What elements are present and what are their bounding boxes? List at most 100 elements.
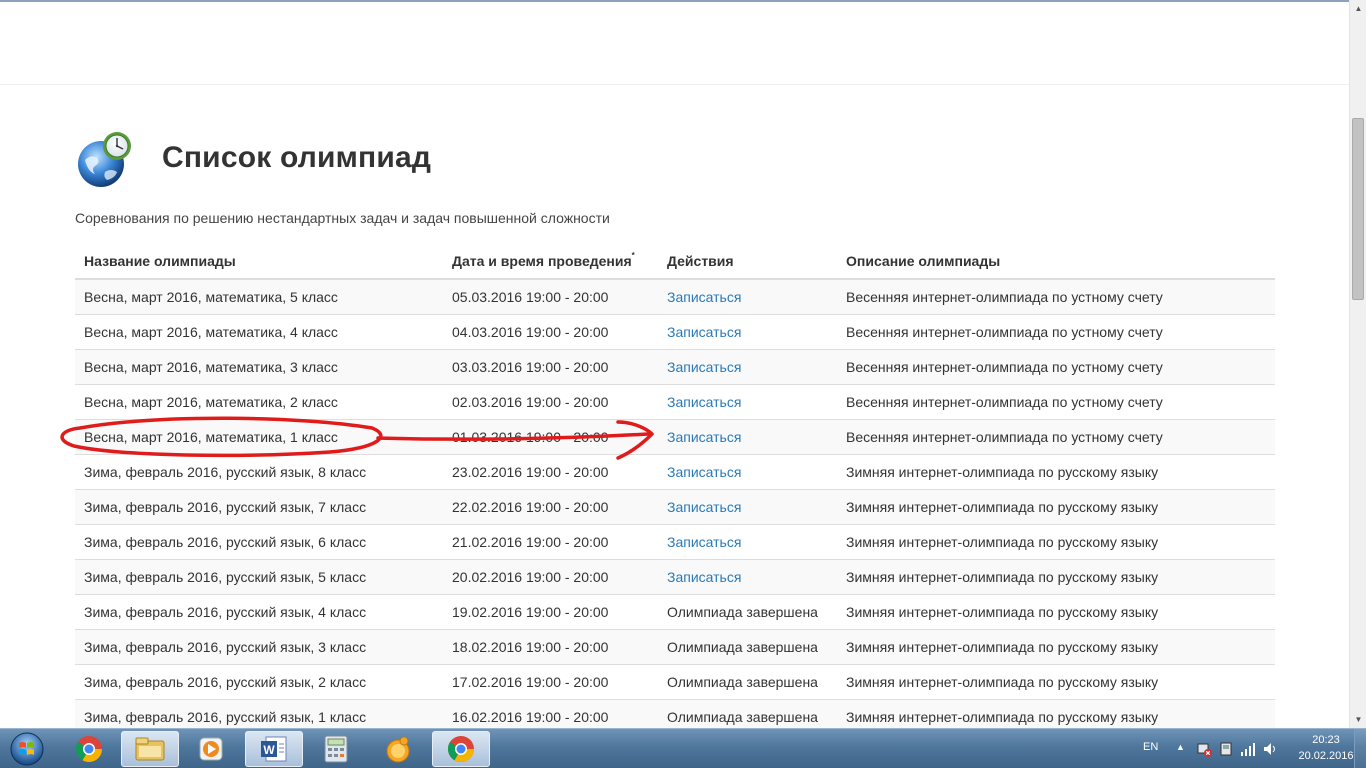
olympiad-action-cell: Записаться (658, 523, 837, 559)
column-header-actions: Действия (658, 243, 837, 280)
table-row: Зима, февраль 2016, русский язык, 6 клас… (75, 523, 1275, 559)
taskbar-media-player-button[interactable] (182, 731, 240, 767)
olympiad-action-cell: Олимпиада завершена (658, 593, 837, 629)
olympiad-name-cell: Зима, февраль 2016, русский язык, 5 клас… (75, 558, 443, 594)
olympiad-action-cell: Записаться (658, 278, 837, 314)
device-icon[interactable] (1218, 741, 1234, 757)
show-desktop-button[interactable] (1354, 729, 1366, 768)
olympiad-description-cell: Зимняя интернет-олимпиада по русскому яз… (837, 663, 1275, 699)
chrome-icon (447, 736, 475, 763)
system-tray: EN ▲ 20:23 20.02.2016 (1116, 729, 1366, 768)
show-hidden-icons-icon[interactable]: ▲ (1176, 742, 1185, 752)
svg-text:W: W (263, 743, 275, 757)
register-link[interactable]: Записаться (667, 429, 741, 445)
olympiad-date-cell: 21.02.2016 19:00 - 20:00 (443, 523, 658, 559)
olympiad-action-cell: Олимпиада завершена (658, 698, 837, 728)
olympiad-name-cell: Зима, февраль 2016, русский язык, 4 клас… (75, 593, 443, 629)
browser-viewport: Список олимпиад Соревнования по решению … (0, 0, 1349, 728)
volume-icon[interactable] (1262, 741, 1278, 757)
vertical-scrollbar[interactable]: ▲ ▼ (1349, 0, 1366, 728)
chrome-icon (75, 736, 103, 763)
olympiad-name-cell: Весна, март 2016, математика, 2 класс (75, 383, 443, 419)
table-header-row: Название олимпиады Дата и время проведен… (75, 243, 1275, 280)
table-row: Зима, февраль 2016, русский язык, 7 клас… (75, 488, 1275, 524)
olympiad-action-cell: Записаться (658, 453, 837, 489)
word-icon: W (261, 736, 287, 762)
network-error-icon[interactable] (1196, 741, 1212, 757)
scroll-up-arrow-icon[interactable]: ▲ (1350, 0, 1366, 17)
olympiad-description-cell: Весенняя интернет-олимпиада по устному с… (837, 313, 1275, 349)
clock-time[interactable]: 20:23 (1294, 734, 1358, 746)
olympiad-action-cell: Записаться (658, 313, 837, 349)
olympiad-finished-status: Олимпиада завершена (667, 708, 818, 725)
page-subtitle: Соревнования по решению нестандартных за… (75, 210, 610, 226)
register-link[interactable]: Записаться (667, 289, 741, 305)
olympiad-name-cell: Зима, февраль 2016, русский язык, 2 клас… (75, 663, 443, 699)
table-row: Зима, февраль 2016, русский язык, 1 клас… (75, 698, 1275, 728)
taskbar-calculator-button[interactable] (307, 731, 365, 767)
olympiad-action-cell: Записаться (658, 488, 837, 524)
olympiad-name-cell: Зима, февраль 2016, русский язык, 7 клас… (75, 488, 443, 524)
table-row: Зима, февраль 2016, русский язык, 8 клас… (75, 453, 1275, 489)
table-row: Зима, февраль 2016, русский язык, 2 клас… (75, 663, 1275, 699)
table-row: Весна, март 2016, математика, 2 класс 02.… (75, 383, 1275, 419)
messenger-icon (386, 736, 410, 763)
olympiad-description-cell: Зимняя интернет-олимпиада по русскому яз… (837, 698, 1275, 728)
taskbar-chrome-button[interactable] (60, 731, 118, 767)
olympiad-date-cell: 20.02.2016 19:00 - 20:00 (443, 558, 658, 594)
olympiad-name-cell: Весна, март 2016, математика, 1 класс (75, 418, 443, 454)
scroll-down-arrow-icon[interactable]: ▼ (1350, 711, 1366, 728)
register-link[interactable]: Записаться (667, 534, 741, 550)
taskbar-chrome-active-button[interactable] (432, 731, 490, 767)
calculator-icon (324, 735, 348, 763)
column-header-date: Дата и время проведения* (443, 243, 658, 280)
olympiad-description-cell: Зимняя интернет-олимпиада по русскому яз… (837, 628, 1275, 664)
olympiad-description-cell: Зимняя интернет-олимпиада по русскому яз… (837, 523, 1275, 559)
taskbar-word-button[interactable]: W (245, 731, 303, 767)
globe-clock-icon (78, 132, 131, 187)
table-row: Весна, март 2016, математика, 5 класс 05.… (75, 278, 1275, 314)
olympiad-action-cell: Олимпиада завершена (658, 628, 837, 664)
olympiad-name-cell: Зима, февраль 2016, русский язык, 6 клас… (75, 523, 443, 559)
olympiad-name-cell: Весна, март 2016, математика, 4 класс (75, 313, 443, 349)
olympiad-date-cell: 04.03.2016 19:00 - 20:00 (443, 313, 658, 349)
file-explorer-icon (135, 737, 165, 761)
signal-strength-icon[interactable] (1240, 741, 1256, 757)
olympiad-description-cell: Весенняя интернет-олимпиада по устному с… (837, 278, 1275, 314)
register-link[interactable]: Записаться (667, 359, 741, 375)
olympiad-finished-status: Олимпиада завершена (667, 638, 818, 655)
olympiad-name-cell: Зима, февраль 2016, русский язык, 3 клас… (75, 628, 443, 664)
taskbar-explorer-button[interactable] (121, 731, 179, 767)
olympiad-description-cell: Зимняя интернет-олимпиада по русскому яз… (837, 488, 1275, 524)
register-link[interactable]: Записаться (667, 499, 741, 515)
table-row: Зима, февраль 2016, русский язык, 5 клас… (75, 558, 1275, 594)
table-row: Весна, март 2016, математика, 4 класс 04.… (75, 313, 1275, 349)
olympiad-name-cell: Зима, февраль 2016, русский язык, 1 клас… (75, 698, 443, 728)
column-header-date-label: Дата и время проведения (452, 252, 632, 269)
register-link[interactable]: Записаться (667, 464, 741, 480)
table-body: Весна, март 2016, математика, 5 класс 05.… (75, 278, 1275, 728)
scrollbar-thumb[interactable] (1352, 118, 1364, 300)
olympiad-table: Название олимпиады Дата и время проведен… (75, 243, 1275, 728)
register-link[interactable]: Записаться (667, 324, 741, 340)
olympiad-date-cell: 05.03.2016 19:00 - 20:00 (443, 278, 658, 314)
olympiad-date-cell: 23.02.2016 19:00 - 20:00 (443, 453, 658, 489)
olympiad-action-cell: Олимпиада завершена (658, 663, 837, 699)
language-indicator[interactable]: EN (1143, 741, 1158, 753)
taskbar-messenger-button[interactable] (369, 731, 427, 767)
table-row: Зима, февраль 2016, русский язык, 4 клас… (75, 593, 1275, 629)
olympiad-date-cell: 22.02.2016 19:00 - 20:00 (443, 488, 658, 524)
register-link[interactable]: Записаться (667, 569, 741, 585)
table-row: Весна, март 2016, математика, 1 класс 01.… (75, 418, 1275, 454)
media-player-icon (199, 737, 223, 761)
footnote-mark: * (631, 250, 635, 260)
olympiad-description-cell: Зимняя интернет-олимпиада по русскому яз… (837, 558, 1275, 594)
register-link[interactable]: Записаться (667, 394, 741, 410)
olympiad-action-cell: Записаться (658, 558, 837, 594)
olympiad-description-cell: Зимняя интернет-олимпиада по русскому яз… (837, 453, 1275, 489)
start-orb-icon (10, 732, 44, 766)
clock-date[interactable]: 20.02.2016 (1294, 750, 1358, 762)
olympiad-date-cell: 01.03.2016 19:00 - 20:00 (443, 418, 658, 454)
start-button[interactable] (4, 730, 50, 768)
page-header-divider (0, 84, 1349, 85)
